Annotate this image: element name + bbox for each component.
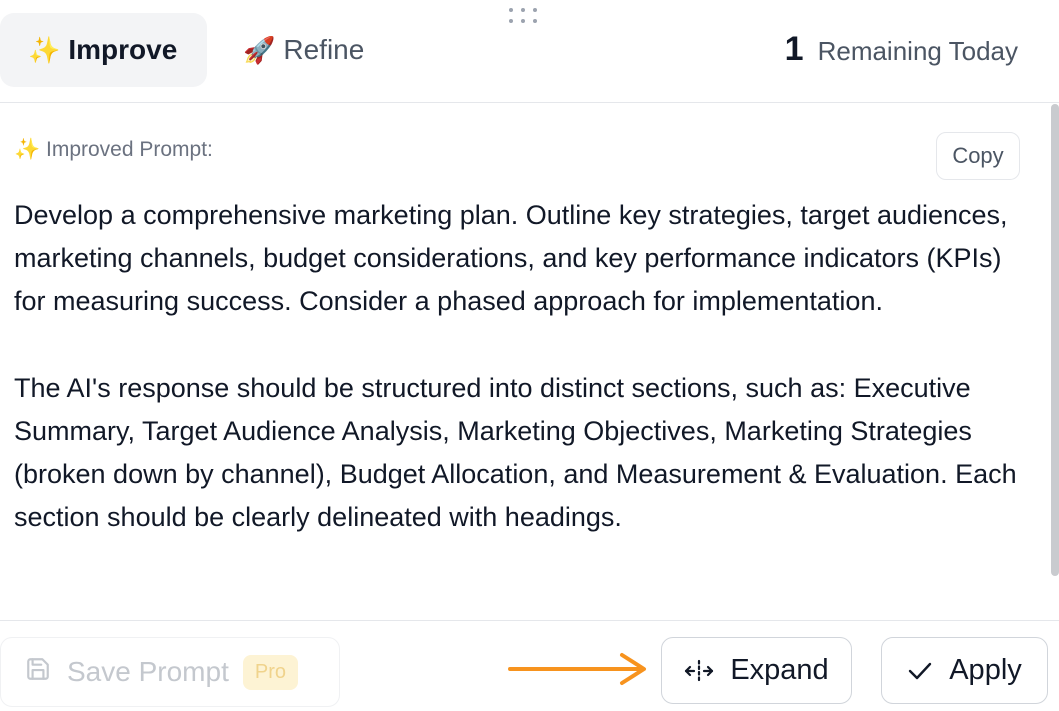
improved-prompt-heading: ✨ Improved Prompt: [14,138,213,162]
scrollbar[interactable] [1051,104,1059,576]
remaining-counter: 1 Remaining Today [785,30,1018,69]
tab-improve-label: Improve [68,34,178,65]
save-prompt-label: Save Prompt [67,656,229,687]
arrow-right-icon [508,653,646,685]
rocket-icon: 🚀 [243,34,276,65]
apply-button[interactable]: Apply [881,637,1048,704]
remaining-count: 1 [784,30,804,68]
prompt-text: Develop a comprehensive marketing plan. … [14,194,1034,540]
expand-button[interactable]: Expand [661,637,852,704]
copy-button[interactable]: Copy [936,132,1020,180]
footer: Save Prompt Pro Expand Apply [0,620,1059,711]
prompt-paragraph: The AI's response should be structured i… [14,372,1017,533]
remaining-label: Remaining Today [817,36,1018,66]
sparkles-icon: ✨ [14,138,41,161]
save-icon [25,656,67,689]
expand-label: Expand [730,654,829,686]
prompt-paragraph: Develop a comprehensive marketing plan. … [14,200,1008,317]
check-icon [907,660,933,682]
save-prompt-button[interactable]: Save Prompt Pro [0,637,340,707]
drag-handle-icon[interactable] [509,6,539,26]
pro-badge: Pro [242,654,298,690]
apply-label: Apply [949,654,1022,686]
tab-improve[interactable]: ✨ Improve [0,13,207,87]
sparkles-icon: ✨ [28,34,61,65]
improved-prompt-heading-text: Improved Prompt: [46,138,213,161]
prompt-content: ✨ Improved Prompt: Copy Develop a compre… [0,104,1059,620]
tab-refine[interactable]: 🚀 Refine [215,13,395,87]
tab-refine-label: Refine [283,34,365,65]
expand-icon [684,658,714,684]
